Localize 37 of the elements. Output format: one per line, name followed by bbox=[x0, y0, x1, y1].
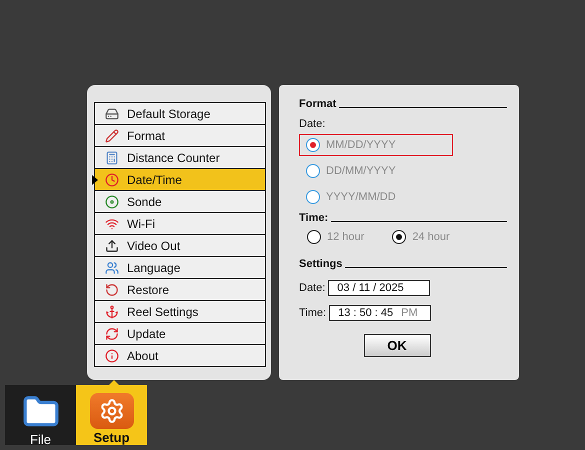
clock-icon bbox=[105, 172, 119, 186]
section-title: Settings bbox=[299, 258, 342, 270]
menu-item[interactable]: Distance Counter bbox=[95, 147, 265, 169]
menu-item[interactable]: Format bbox=[95, 125, 265, 147]
users-icon bbox=[105, 260, 119, 274]
menu-item[interactable]: Update bbox=[95, 323, 265, 345]
ok-button[interactable]: OK bbox=[364, 334, 430, 357]
info-icon bbox=[105, 348, 119, 362]
date-label: Date: bbox=[299, 282, 326, 294]
upload-icon bbox=[105, 238, 119, 252]
menu-item[interactable]: Language bbox=[95, 257, 265, 279]
gears-icon bbox=[98, 398, 124, 424]
storage-icon bbox=[105, 106, 119, 120]
section-title: Format bbox=[299, 98, 336, 110]
taskbar-item[interactable]: Setup bbox=[76, 385, 147, 445]
pointer-icon bbox=[92, 175, 98, 185]
disc-icon bbox=[105, 194, 119, 208]
time-field[interactable]: 13 : 50 : 45 PM bbox=[329, 305, 432, 321]
menu-item[interactable]: Video Out bbox=[95, 235, 265, 257]
section-title: Time: bbox=[299, 212, 328, 224]
menu-item[interactable]: Date/Time bbox=[95, 169, 265, 191]
restore-icon bbox=[105, 282, 119, 296]
menu-item[interactable]: Sonde bbox=[95, 191, 265, 213]
time-label: Time: bbox=[299, 307, 326, 319]
date-label: Date: bbox=[299, 118, 326, 130]
wifi-icon bbox=[105, 216, 119, 230]
menu-item[interactable]: Restore bbox=[95, 279, 265, 301]
anchor-icon bbox=[105, 304, 119, 318]
menu-item[interactable]: About bbox=[95, 345, 265, 366]
calculator-icon bbox=[105, 150, 119, 164]
refresh-icon bbox=[105, 326, 119, 340]
menu-item[interactable]: Wi-Fi bbox=[95, 213, 265, 235]
menu-item[interactable]: Default Storage bbox=[95, 103, 265, 125]
date-field[interactable]: 03 / 11 / 2025 bbox=[328, 280, 430, 296]
menu-item[interactable]: Reel Settings bbox=[95, 301, 265, 323]
taskbar-item[interactable]: File bbox=[5, 385, 76, 445]
pencil-icon bbox=[105, 128, 119, 142]
